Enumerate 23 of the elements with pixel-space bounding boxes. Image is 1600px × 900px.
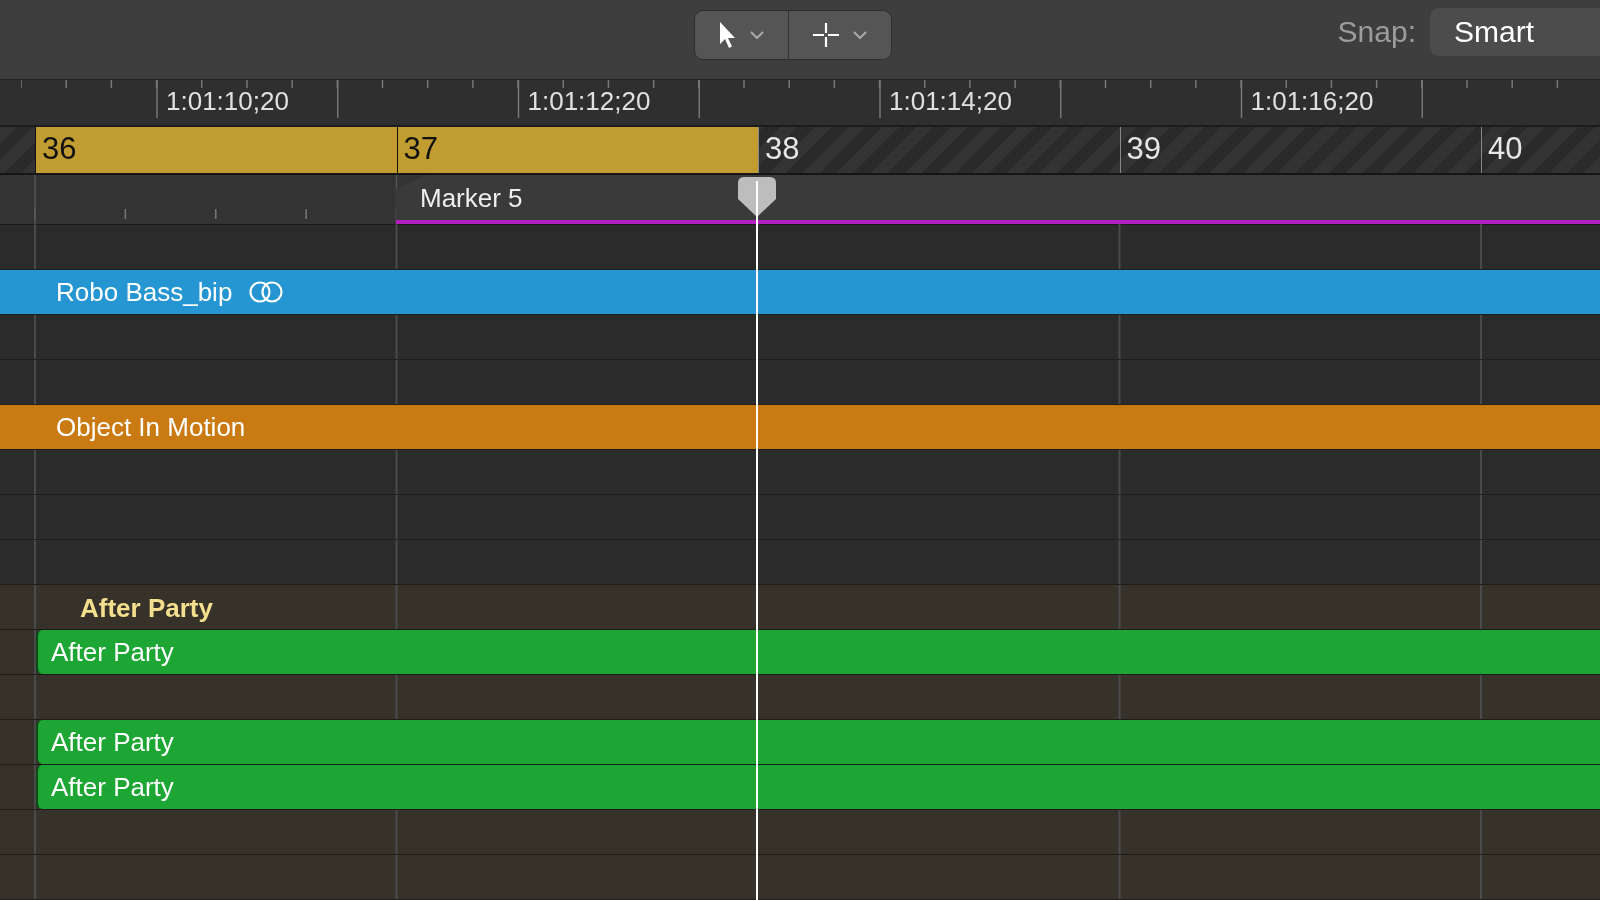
region-name: After Party xyxy=(51,771,174,803)
timecode-label: 1:01:12;20 xyxy=(527,86,651,116)
bar-ruler-cell[interactable]: 38 xyxy=(758,127,1120,173)
bar-ruler-cell[interactable]: 40 xyxy=(1481,127,1600,173)
pointer-icon xyxy=(718,21,736,49)
bar-ruler-cell[interactable]: 37 xyxy=(396,127,758,173)
marker[interactable]: Marker 5 xyxy=(396,175,1600,224)
folder-title: After Party xyxy=(79,592,213,625)
timecode-label: 1:01:14;20 xyxy=(889,86,1012,116)
snap-label: Snap: xyxy=(1337,15,1416,49)
playhead[interactable] xyxy=(736,175,778,900)
timecode-label: 1:01:10;20 xyxy=(166,86,289,116)
snap-dropdown[interactable]: Smart xyxy=(1430,8,1600,56)
bar-ruler-cell[interactable]: 36 xyxy=(35,127,397,173)
bar-ruler-cell[interactable]: 39 xyxy=(1119,127,1481,173)
crosshair-icon xyxy=(812,22,839,48)
region-name: After Party xyxy=(51,636,174,668)
chevron-down-icon xyxy=(852,31,867,39)
timecode-label: 1:01:16;20 xyxy=(1250,86,1374,116)
chevron-down-icon xyxy=(749,31,764,39)
region-name: Robo Bass_bip xyxy=(56,276,233,308)
region-name: Object In Motion xyxy=(56,411,246,443)
region-name: After Party xyxy=(51,726,174,758)
